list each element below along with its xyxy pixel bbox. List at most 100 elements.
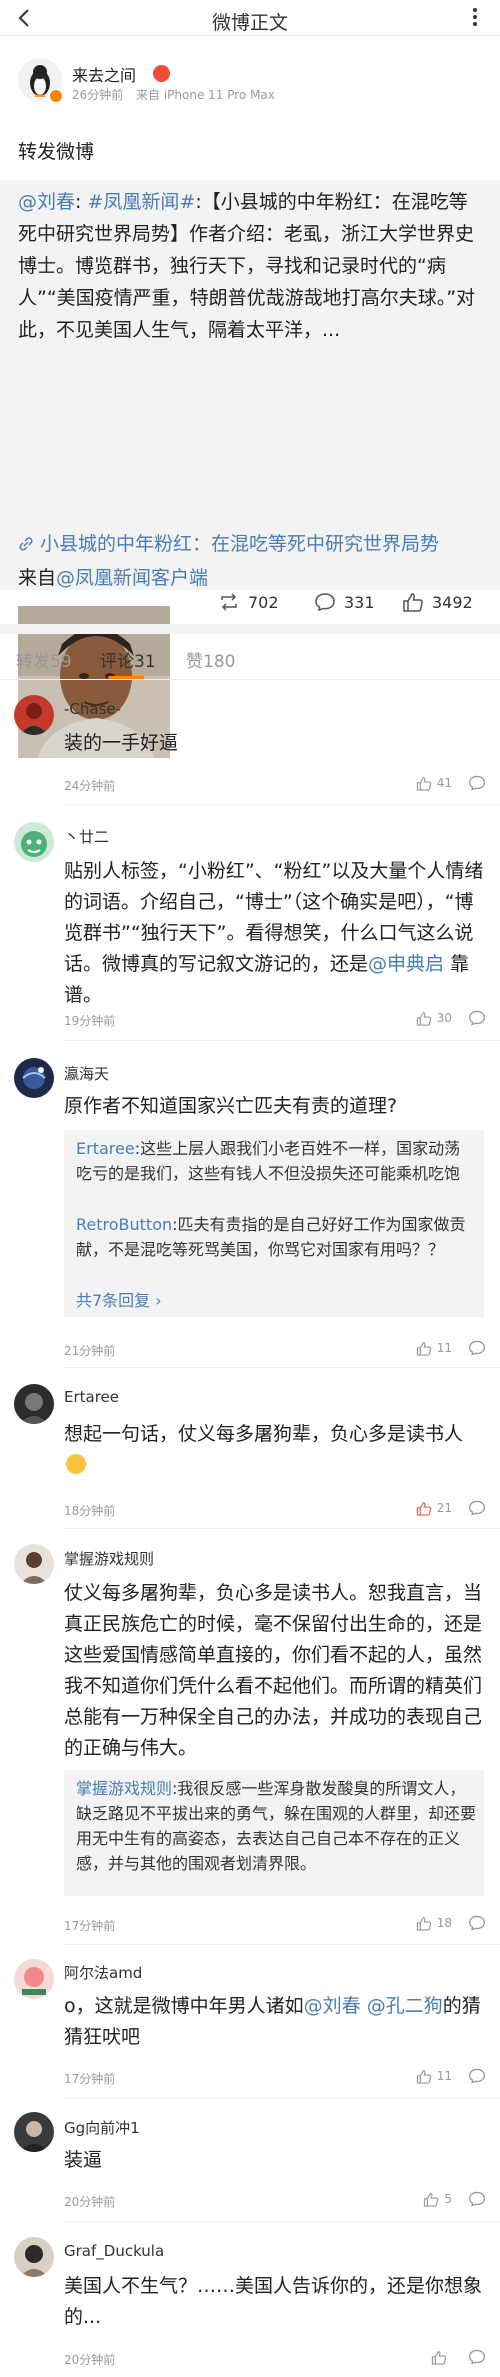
commenter-avatar[interactable] <box>14 1384 54 1424</box>
commenter-avatar[interactable] <box>14 2112 54 2152</box>
reply-user-link[interactable]: Ertaree <box>76 1139 135 1158</box>
page-title: 微博正文 <box>211 12 288 34</box>
comment-text: 原作者不知道国家兴亡匹夫有责的道理? <box>64 1095 398 1117</box>
tab-likes[interactable]: 赞180 <box>186 647 235 672</box>
reply-user-link[interactable]: 掌握游戏规则 <box>76 1779 172 1798</box>
link-icon <box>19 537 33 551</box>
commenter-name[interactable]: 阿尔法amd <box>64 1962 142 1983</box>
comment-like-button[interactable]: 5 <box>423 2189 452 2209</box>
mention-link[interactable]: @申典启 <box>368 953 444 975</box>
top-nav: 微博正文 <box>0 0 500 36</box>
commenter-avatar[interactable] <box>14 1959 54 1999</box>
like-button[interactable]: 3492 <box>402 585 473 619</box>
commenter-name[interactable]: 丶廿二 <box>64 826 109 847</box>
commenter-name[interactable]: Graf_Duckula <box>64 2242 164 2260</box>
comment-like-count: 11 <box>436 1341 452 1355</box>
commenter-avatar[interactable] <box>14 1058 54 1098</box>
article-link[interactable]: 小县城的中年粉红：在混吃等死中研究世界局势 <box>18 529 439 556</box>
comment-divider <box>64 2221 500 2222</box>
section-divider <box>0 624 500 634</box>
reply-user-link[interactable]: RetroButton <box>76 1215 172 1234</box>
reply-preview: 掌握游戏规则:我很反感一些浑身散发酸臭的所谓文人，缺乏路见不平拔出来的勇气，躲在… <box>76 1776 476 1876</box>
reply-icon[interactable] <box>468 2190 486 2208</box>
comment-like-button[interactable]: 41 <box>416 773 452 793</box>
comment-text: 美国人不生气？……美国人告诉你的，还是你想象的... <box>64 2275 483 2328</box>
more-dots-icon[interactable] <box>464 6 486 28</box>
comment-icon <box>315 593 335 612</box>
thumbs-up-icon <box>416 2069 431 2084</box>
comment-like-button[interactable]: 21 <box>416 1498 452 1518</box>
repost-count: 702 <box>248 592 279 612</box>
comment-time: 19分钟前 <box>64 1014 116 1028</box>
quoted-post-text: @刘春: #凤凰新闻#:【小县城的中年粉红：在混吃等死中研究世界局势】作者介绍：… <box>18 191 476 341</box>
commenter-name[interactable]: Ertaree <box>64 1388 119 1406</box>
comment-time: 21分钟前 <box>64 1344 116 1358</box>
avatar-image <box>14 2112 54 2152</box>
comment-like-count: 11 <box>436 2069 452 2083</box>
topic-link[interactable]: #凤凰新闻# <box>87 191 195 213</box>
tab-comments[interactable]: 评论31 <box>100 647 156 672</box>
commenter-avatar[interactable] <box>14 1544 54 1584</box>
reply-icon[interactable] <box>468 1009 486 1027</box>
quoted-body: :【小县城的中年粉红：在混吃等死中研究世界局势】作者介绍：老虱，浙江大学世界史博… <box>18 191 476 341</box>
reply-icon[interactable] <box>468 774 486 792</box>
repost-icon <box>221 593 237 611</box>
tab-reposts[interactable]: 转发59 <box>16 647 72 672</box>
reply-icon[interactable] <box>468 1914 486 1932</box>
comment-divider <box>64 2098 500 2099</box>
quoted-post[interactable]: @刘春: #凤凰新闻#:【小县城的中年粉红：在混吃等死中研究世界局势】作者介绍：… <box>0 180 500 758</box>
avatar-image <box>14 1544 54 1584</box>
comment-time: 18分钟前 <box>64 1504 116 1518</box>
mention-link[interactable]: @孔二狗 <box>367 1995 443 2017</box>
comment-time: 20分钟前 <box>64 2195 116 2209</box>
post-time: 26分钟前 <box>72 88 124 102</box>
comment-like-button[interactable]: 18 <box>416 1913 452 1933</box>
thumbs-up-icon <box>416 1916 431 1931</box>
thumbs-up-icon <box>424 2192 439 2207</box>
thumbs-up-icon <box>416 776 431 791</box>
thumbs-up-icon <box>403 593 423 612</box>
comment-like-count: 41 <box>436 776 452 790</box>
comment-like-button[interactable]: 11 <box>416 1338 452 1358</box>
comment-button[interactable]: 331 <box>314 585 375 619</box>
reply-icon[interactable] <box>468 2067 486 2085</box>
commenter-avatar[interactable] <box>14 695 54 735</box>
article-link-label: 小县城的中年粉红：在混吃等死中研究世界局势 <box>40 533 440 555</box>
reply-preview-box[interactable]: Ertaree:这些上层人跟我们小老百姓不一样，国家动荡吃亏的是我们，这些有钱人… <box>64 1130 484 1317</box>
post-source: 来自 iPhone 11 Pro Max <box>136 88 275 102</box>
comment-like-count: 18 <box>436 1916 452 1930</box>
thumbs-up-icon <box>416 1341 431 1356</box>
comment-like-button[interactable]: 11 <box>416 2066 452 2086</box>
comment-time: 24分钟前 <box>64 779 116 793</box>
avatar-image <box>14 1058 54 1098</box>
reply-icon[interactable] <box>468 1499 486 1517</box>
comment-like-button[interactable] <box>431 2347 452 2367</box>
more-replies-link[interactable]: 共7条回复 › <box>76 1287 162 1311</box>
comment-text-part: o，这就是微博中年男人诸如 <box>64 1995 304 2017</box>
repost-button[interactable]: 702 <box>218 585 279 619</box>
post-action-bar: 702 331 3492 <box>0 585 500 619</box>
reply-icon[interactable] <box>468 2348 486 2366</box>
commenter-name[interactable]: 掌握游戏规则 <box>64 1548 154 1569</box>
commenter-name[interactable]: -Chase- <box>64 700 121 718</box>
comment-text-part: 想起一句话，仗义每多屠狗辈，负心多是读书人 <box>64 1423 464 1445</box>
commenter-name[interactable]: 瀛海天 <box>64 1063 109 1084</box>
comment-count: 331 <box>344 592 375 612</box>
reply-icon[interactable] <box>468 1339 486 1357</box>
reply-preview-box[interactable]: 掌握游戏规则:我很反感一些浑身散发酸臭的所谓文人，缺乏路见不平拔出来的勇气，躲在… <box>64 1770 484 1896</box>
comment-divider <box>64 804 500 805</box>
comment-text: 贴别人标签，“小粉红”、“粉红”以及大量个人情绪的词语。介绍自己，“博士”（这个… <box>64 856 484 1011</box>
member-badge-icon <box>153 65 170 82</box>
author-name[interactable]: 来去之间 <box>72 62 136 86</box>
commenter-avatar[interactable] <box>14 2237 54 2277</box>
commenter-name[interactable]: Gg向前冲1 <box>64 2117 140 2138</box>
commenter-avatar[interactable] <box>14 822 54 862</box>
avatar-image <box>14 822 54 862</box>
comment-time: 17分钟前 <box>64 1919 116 1933</box>
mention-link[interactable]: @刘春 <box>304 1995 361 2017</box>
feedback-tabs: 转发59 评论31 赞180 <box>0 634 500 680</box>
mention-link[interactable]: @刘春 <box>18 191 75 213</box>
chevron-right-icon: › <box>155 1291 162 1310</box>
comment-like-button[interactable]: 30 <box>416 1008 452 1028</box>
avatar-image <box>14 2237 54 2277</box>
